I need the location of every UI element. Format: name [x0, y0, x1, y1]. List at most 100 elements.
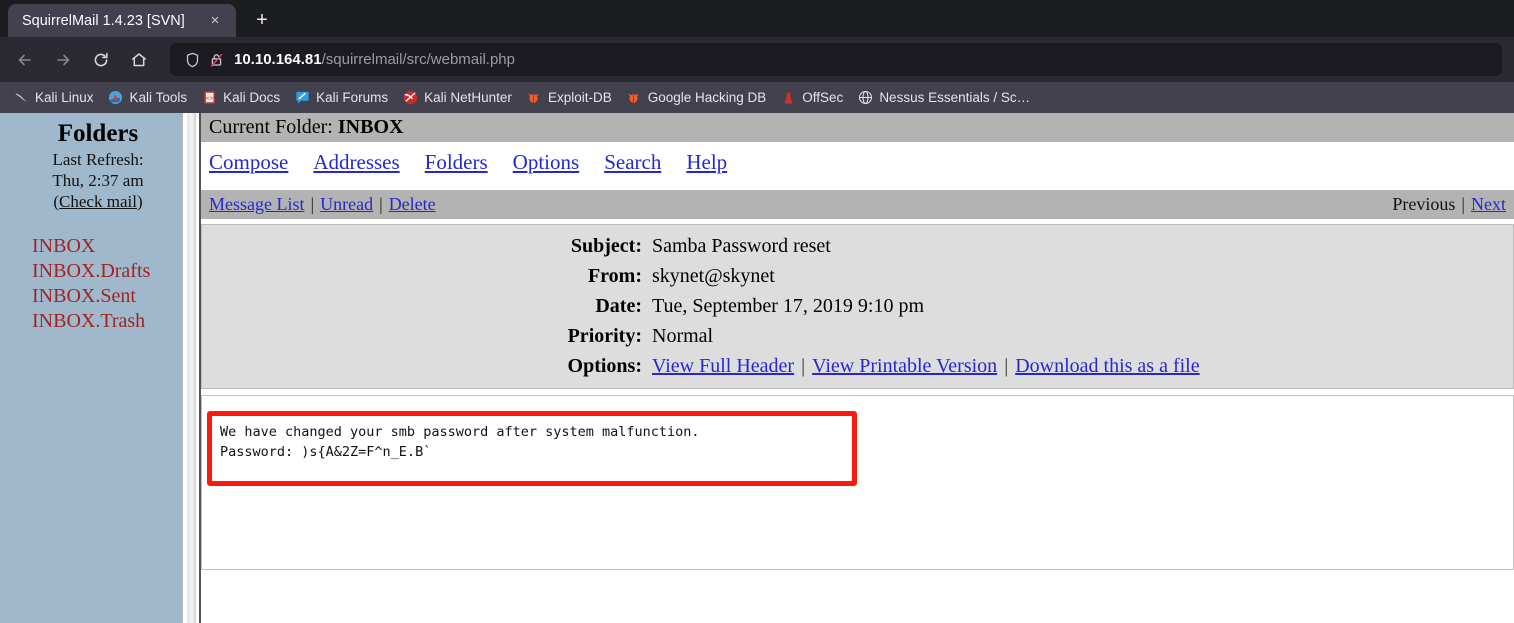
bookmarks-toolbar: Kali Linux Kali Tools <> Kali Docs Kali … — [0, 82, 1514, 113]
kali-forums-icon — [294, 90, 310, 106]
bookmark-offsec[interactable]: OffSec — [773, 88, 850, 108]
kali-docs-icon: <> — [201, 90, 217, 106]
bookmark-kali-linux[interactable]: Kali Linux — [6, 88, 101, 108]
action-delete[interactable]: Delete — [389, 194, 436, 214]
bookmark-label: Kali Linux — [35, 90, 94, 105]
offsec-icon — [780, 90, 796, 106]
back-arrow-icon[interactable] — [8, 44, 42, 76]
bookmark-label: Kali NetHunter — [424, 90, 512, 105]
message-body-panel: We have changed your smb password after … — [201, 395, 1514, 570]
bookmark-nessus-essentials[interactable]: Nessus Essentials / Sc… — [850, 88, 1037, 108]
bookmark-label: Kali Docs — [223, 90, 281, 105]
bookmark-kali-nethunter[interactable]: Kali NetHunter — [395, 88, 519, 108]
paren-close: ) — [136, 192, 143, 211]
sidebar-item-inbox[interactable]: INBOX — [32, 234, 196, 259]
link-view-full-header[interactable]: View Full Header — [652, 355, 794, 377]
message-body-spacer — [201, 570, 1514, 623]
kali-nethunter-icon — [402, 90, 418, 106]
sidebar-scrollbar[interactable] — [182, 113, 196, 623]
bookmark-kali-forums[interactable]: Kali Forums — [287, 88, 395, 108]
bookmark-label: Nessus Essentials / Sc… — [879, 90, 1031, 105]
nav-previous: Previous — [1392, 194, 1456, 214]
close-icon[interactable]: × — [204, 10, 226, 32]
sidebar-title: Folders — [57, 120, 139, 147]
check-mail-row: (Check mail) — [0, 191, 196, 212]
bookmark-kali-docs[interactable]: <> Kali Docs — [194, 88, 287, 108]
action-message-list[interactable]: Message List — [209, 194, 304, 214]
link-download-as-file[interactable]: Download this as a file — [1015, 355, 1199, 377]
separator: | — [379, 194, 383, 214]
check-mail-link[interactable]: Check mail — [59, 192, 137, 211]
url-path: /squirrelmail/src/webmail.php — [321, 51, 515, 68]
separator: | — [310, 194, 315, 214]
tab-title: SquirrelMail 1.4.23 [SVN] — [22, 12, 185, 29]
bookmark-google-hacking-db[interactable]: Google Hacking DB — [619, 88, 774, 108]
nav-next[interactable]: Next — [1471, 194, 1506, 214]
svg-text:<>: <> — [205, 94, 213, 102]
bookmark-label: Google Hacking DB — [647, 90, 767, 105]
sidebar-item-inbox-trash[interactable]: INBOX.Trash — [32, 309, 196, 334]
header-key: Subject: — [570, 235, 642, 257]
page-content: Folders Last Refresh: Thu, 2:37 am (Chec… — [0, 113, 1514, 623]
message-body-text: We have changed your smb password after … — [220, 424, 700, 460]
lock-insecure-icon[interactable] — [204, 48, 228, 72]
link-view-printable-version[interactable]: View Printable Version — [812, 355, 997, 377]
header-key: Date: — [595, 295, 642, 317]
url-host: 10.10.164.81 — [234, 51, 322, 68]
message-view: Current Folder: INBOX Compose Addresses Fo… — [201, 113, 1514, 623]
bookmark-exploit-db[interactable]: Exploit-DB — [519, 88, 619, 108]
header-value-from: skynet@skynet — [652, 265, 775, 287]
bookmark-label: Exploit-DB — [547, 90, 612, 105]
menu-help[interactable]: Help — [686, 150, 727, 174]
header-key: From: — [587, 265, 642, 287]
header-value-date: Tue, September 17, 2019 9:10 pm — [652, 295, 925, 317]
reload-icon[interactable] — [84, 44, 118, 76]
header-row-priority: Priority: Normal — [202, 321, 1513, 351]
tab-strip: SquirrelMail 1.4.23 [SVN] × + — [0, 0, 1514, 37]
bookmark-label: Kali Tools — [129, 90, 188, 105]
folders-sidebar: Folders Last Refresh: Thu, 2:37 am (Chec… — [0, 113, 196, 623]
exploit-db-icon — [526, 90, 542, 106]
browser-window: SquirrelMail 1.4.23 [SVN] × + 10.10.164.… — [0, 0, 1514, 623]
menu-folders[interactable]: Folders — [425, 150, 488, 174]
header-row-date: Date: Tue, September 17, 2019 9:10 pm — [202, 291, 1513, 321]
message-action-bar: Message List | Unread | Delete Previous | Next — [201, 190, 1514, 219]
url-text: 10.10.164.81/squirrelmail/src/webmail.ph… — [234, 51, 515, 68]
browser-tab-squirrelmail[interactable]: SquirrelMail 1.4.23 [SVN] × — [8, 4, 236, 37]
address-bar[interactable]: 10.10.164.81/squirrelmail/src/webmail.ph… — [170, 43, 1502, 76]
globe-icon — [857, 90, 873, 106]
kali-dragon-icon — [13, 90, 29, 106]
home-icon[interactable] — [122, 44, 156, 76]
header-value-priority: Normal — [652, 325, 714, 347]
menu-options[interactable]: Options — [513, 150, 580, 174]
separator: | — [1004, 355, 1009, 377]
google-hacking-db-icon — [626, 90, 642, 106]
current-folder-label: Current Folder: — [209, 116, 333, 138]
bookmark-kali-tools[interactable]: Kali Tools — [101, 88, 195, 108]
message-headers: Subject: Samba Password reset From: skyn… — [201, 224, 1514, 389]
kali-tools-icon — [108, 90, 124, 106]
header-key: Priority: — [567, 325, 642, 347]
last-refresh-label: Last Refresh: — [52, 150, 144, 169]
sidebar-item-inbox-drafts[interactable]: INBOX.Drafts — [32, 259, 196, 284]
forward-arrow-icon[interactable] — [46, 44, 80, 76]
navigation-toolbar: 10.10.164.81/squirrelmail/src/webmail.ph… — [0, 37, 1514, 82]
menu-search[interactable]: Search — [604, 150, 661, 174]
header-value-subject: Samba Password reset — [652, 235, 831, 257]
main-menu-bar: Compose Addresses Folders Options Search Help — [201, 142, 1514, 182]
shield-icon[interactable] — [180, 48, 204, 72]
message-actions-right: Previous | Next — [1392, 192, 1506, 216]
folder-list: INBOX INBOX.Drafts INBOX.Sent INBOX.Tras… — [0, 234, 196, 334]
menu-compose[interactable]: Compose — [209, 150, 288, 174]
last-refresh-time: Thu, 2:37 am — [52, 171, 144, 190]
header-row-options: Options: View Full Header | View Printable… — [202, 351, 1513, 381]
sidebar-item-inbox-sent[interactable]: INBOX.Sent — [32, 284, 196, 309]
menu-addresses[interactable]: Addresses — [313, 150, 399, 174]
new-tab-button[interactable]: + — [246, 4, 278, 36]
message-actions-left: Message List | Unread | Delete — [209, 192, 436, 216]
current-folder-value: INBOX — [337, 116, 404, 138]
action-unread[interactable]: Unread — [320, 194, 373, 214]
header-row-from: From: skynet@skynet — [202, 261, 1513, 291]
header-key-options: Options: — [567, 355, 642, 377]
bookmark-label: OffSec — [802, 90, 844, 105]
